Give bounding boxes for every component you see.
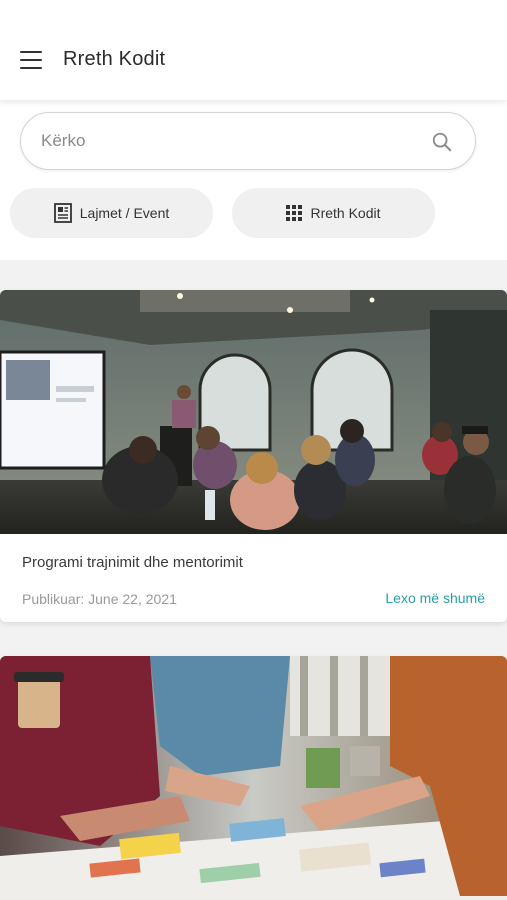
news-card[interactable] <box>0 656 507 900</box>
news-events-button[interactable]: Lajmet / Event <box>10 188 213 238</box>
card-title[interactable]: Programi trajnimit dhe mentorimit <box>22 554 243 571</box>
search-icon[interactable] <box>431 131 453 153</box>
grid-icon <box>286 205 303 221</box>
team-workshop-photo <box>0 656 507 900</box>
card-date: Publikuar: June 22, 2021 <box>22 591 177 607</box>
hamburger-menu-icon[interactable] <box>20 51 42 69</box>
search-input[interactable] <box>41 113 431 169</box>
news-card[interactable]: Programi trajnimit dhe mentorimit Publik… <box>0 290 507 622</box>
search-box[interactable] <box>20 112 476 170</box>
top-panel: Lajmet / Event Rreth Kodit <box>0 100 507 260</box>
about-button[interactable]: Rreth Kodit <box>232 188 435 238</box>
read-more-link[interactable]: Lexo më shumë <box>385 590 485 606</box>
page-title: Rreth Kodit <box>63 48 166 70</box>
newspaper-icon <box>53 203 72 223</box>
presentation-room-photo <box>0 290 507 534</box>
about-label: Rreth Kodit <box>310 205 381 221</box>
app-header: Rreth Kodit <box>0 0 507 100</box>
news-events-label: Lajmet / Event <box>79 205 170 221</box>
